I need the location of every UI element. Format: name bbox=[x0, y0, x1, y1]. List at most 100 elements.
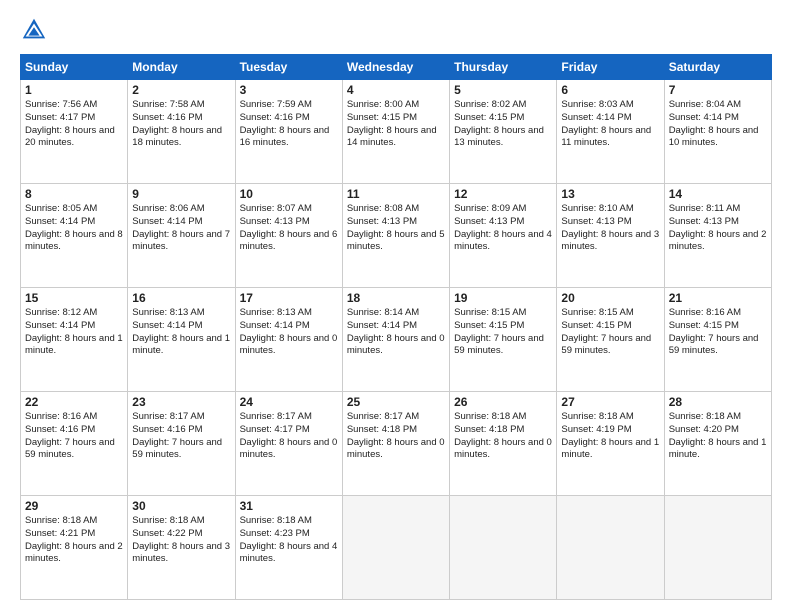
sunrise-text: Sunrise: 7:59 AM bbox=[240, 99, 338, 112]
sunrise-text: Sunrise: 8:14 AM bbox=[347, 307, 445, 320]
table-row: 15 Sunrise: 8:12 AM Sunset: 4:14 PM Dayl… bbox=[21, 288, 128, 392]
day-number: 22 bbox=[25, 395, 123, 409]
sunrise-text: Sunrise: 8:18 AM bbox=[240, 515, 338, 528]
day-number: 20 bbox=[561, 291, 659, 305]
table-row: 24 Sunrise: 8:17 AM Sunset: 4:17 PM Dayl… bbox=[235, 392, 342, 496]
sunset-text: Sunset: 4:15 PM bbox=[454, 320, 552, 333]
table-row: 4 Sunrise: 8:00 AM Sunset: 4:15 PM Dayli… bbox=[342, 80, 449, 184]
calendar: SundayMondayTuesdayWednesdayThursdayFrid… bbox=[20, 54, 772, 600]
daylight-label: Daylight: 7 hours and 59 minutes. bbox=[454, 333, 552, 359]
sunset-text: Sunset: 4:20 PM bbox=[669, 424, 767, 437]
sunrise-text: Sunrise: 8:12 AM bbox=[25, 307, 123, 320]
sunset-text: Sunset: 4:13 PM bbox=[561, 216, 659, 229]
day-number: 1 bbox=[25, 83, 123, 97]
sunrise-text: Sunrise: 8:17 AM bbox=[132, 411, 230, 424]
sunrise-text: Sunrise: 8:17 AM bbox=[240, 411, 338, 424]
sunset-text: Sunset: 4:14 PM bbox=[25, 320, 123, 333]
sunset-text: Sunset: 4:15 PM bbox=[561, 320, 659, 333]
table-row: 8 Sunrise: 8:05 AM Sunset: 4:14 PM Dayli… bbox=[21, 184, 128, 288]
daylight-label: Daylight: 8 hours and 13 minutes. bbox=[454, 125, 552, 151]
sunrise-text: Sunrise: 8:00 AM bbox=[347, 99, 445, 112]
table-row: 14 Sunrise: 8:11 AM Sunset: 4:13 PM Dayl… bbox=[664, 184, 771, 288]
table-row: 12 Sunrise: 8:09 AM Sunset: 4:13 PM Dayl… bbox=[450, 184, 557, 288]
col-sunday: Sunday bbox=[21, 55, 128, 80]
sunrise-text: Sunrise: 8:16 AM bbox=[669, 307, 767, 320]
table-row: 1 Sunrise: 7:56 AM Sunset: 4:17 PM Dayli… bbox=[21, 80, 128, 184]
calendar-header-row: SundayMondayTuesdayWednesdayThursdayFrid… bbox=[21, 55, 772, 80]
daylight-label: Daylight: 7 hours and 59 minutes. bbox=[561, 333, 659, 359]
day-number: 12 bbox=[454, 187, 552, 201]
sunrise-text: Sunrise: 8:06 AM bbox=[132, 203, 230, 216]
sunset-text: Sunset: 4:13 PM bbox=[347, 216, 445, 229]
sunrise-text: Sunrise: 8:17 AM bbox=[347, 411, 445, 424]
table-row: 16 Sunrise: 8:13 AM Sunset: 4:14 PM Dayl… bbox=[128, 288, 235, 392]
day-number: 29 bbox=[25, 499, 123, 513]
calendar-week-0: 1 Sunrise: 7:56 AM Sunset: 4:17 PM Dayli… bbox=[21, 80, 772, 184]
daylight-label: Daylight: 8 hours and 2 minutes. bbox=[669, 229, 767, 255]
day-number: 13 bbox=[561, 187, 659, 201]
sunset-text: Sunset: 4:15 PM bbox=[669, 320, 767, 333]
sunset-text: Sunset: 4:13 PM bbox=[669, 216, 767, 229]
sunrise-text: Sunrise: 8:11 AM bbox=[669, 203, 767, 216]
sunset-text: Sunset: 4:14 PM bbox=[347, 320, 445, 333]
day-number: 3 bbox=[240, 83, 338, 97]
day-number: 15 bbox=[25, 291, 123, 305]
day-number: 9 bbox=[132, 187, 230, 201]
col-saturday: Saturday bbox=[664, 55, 771, 80]
table-row: 3 Sunrise: 7:59 AM Sunset: 4:16 PM Dayli… bbox=[235, 80, 342, 184]
sunset-text: Sunset: 4:16 PM bbox=[240, 112, 338, 125]
daylight-label: Daylight: 8 hours and 20 minutes. bbox=[25, 125, 123, 151]
header bbox=[20, 16, 772, 44]
day-number: 19 bbox=[454, 291, 552, 305]
table-row: 23 Sunrise: 8:17 AM Sunset: 4:16 PM Dayl… bbox=[128, 392, 235, 496]
day-number: 28 bbox=[669, 395, 767, 409]
daylight-label: Daylight: 8 hours and 18 minutes. bbox=[132, 125, 230, 151]
day-number: 18 bbox=[347, 291, 445, 305]
sunrise-text: Sunrise: 7:58 AM bbox=[132, 99, 230, 112]
daylight-label: Daylight: 8 hours and 1 minute. bbox=[561, 437, 659, 463]
sunrise-text: Sunrise: 8:15 AM bbox=[561, 307, 659, 320]
page: SundayMondayTuesdayWednesdayThursdayFrid… bbox=[0, 0, 792, 612]
sunset-text: Sunset: 4:17 PM bbox=[240, 424, 338, 437]
day-number: 26 bbox=[454, 395, 552, 409]
daylight-label: Daylight: 8 hours and 3 minutes. bbox=[132, 541, 230, 567]
sunrise-text: Sunrise: 8:09 AM bbox=[454, 203, 552, 216]
sunset-text: Sunset: 4:17 PM bbox=[25, 112, 123, 125]
calendar-week-4: 29 Sunrise: 8:18 AM Sunset: 4:21 PM Dayl… bbox=[21, 496, 772, 600]
sunset-text: Sunset: 4:16 PM bbox=[25, 424, 123, 437]
table-row: 22 Sunrise: 8:16 AM Sunset: 4:16 PM Dayl… bbox=[21, 392, 128, 496]
col-thursday: Thursday bbox=[450, 55, 557, 80]
table-row bbox=[664, 496, 771, 600]
table-row: 25 Sunrise: 8:17 AM Sunset: 4:18 PM Dayl… bbox=[342, 392, 449, 496]
sunset-text: Sunset: 4:23 PM bbox=[240, 528, 338, 541]
col-wednesday: Wednesday bbox=[342, 55, 449, 80]
table-row: 9 Sunrise: 8:06 AM Sunset: 4:14 PM Dayli… bbox=[128, 184, 235, 288]
table-row bbox=[342, 496, 449, 600]
day-number: 30 bbox=[132, 499, 230, 513]
table-row: 7 Sunrise: 8:04 AM Sunset: 4:14 PM Dayli… bbox=[664, 80, 771, 184]
day-number: 10 bbox=[240, 187, 338, 201]
day-number: 14 bbox=[669, 187, 767, 201]
daylight-label: Daylight: 8 hours and 0 minutes. bbox=[347, 437, 445, 463]
sunset-text: Sunset: 4:13 PM bbox=[240, 216, 338, 229]
daylight-label: Daylight: 7 hours and 59 minutes. bbox=[25, 437, 123, 463]
sunrise-text: Sunrise: 8:10 AM bbox=[561, 203, 659, 216]
day-number: 8 bbox=[25, 187, 123, 201]
sunset-text: Sunset: 4:14 PM bbox=[25, 216, 123, 229]
col-monday: Monday bbox=[128, 55, 235, 80]
table-row: 2 Sunrise: 7:58 AM Sunset: 4:16 PM Dayli… bbox=[128, 80, 235, 184]
table-row: 20 Sunrise: 8:15 AM Sunset: 4:15 PM Dayl… bbox=[557, 288, 664, 392]
calendar-week-2: 15 Sunrise: 8:12 AM Sunset: 4:14 PM Dayl… bbox=[21, 288, 772, 392]
table-row bbox=[557, 496, 664, 600]
day-number: 25 bbox=[347, 395, 445, 409]
daylight-label: Daylight: 7 hours and 59 minutes. bbox=[132, 437, 230, 463]
day-number: 27 bbox=[561, 395, 659, 409]
daylight-label: Daylight: 8 hours and 16 minutes. bbox=[240, 125, 338, 151]
sunset-text: Sunset: 4:14 PM bbox=[561, 112, 659, 125]
sunrise-text: Sunrise: 7:56 AM bbox=[25, 99, 123, 112]
day-number: 24 bbox=[240, 395, 338, 409]
table-row: 28 Sunrise: 8:18 AM Sunset: 4:20 PM Dayl… bbox=[664, 392, 771, 496]
table-row: 21 Sunrise: 8:16 AM Sunset: 4:15 PM Dayl… bbox=[664, 288, 771, 392]
table-row: 18 Sunrise: 8:14 AM Sunset: 4:14 PM Dayl… bbox=[342, 288, 449, 392]
sunrise-text: Sunrise: 8:18 AM bbox=[132, 515, 230, 528]
